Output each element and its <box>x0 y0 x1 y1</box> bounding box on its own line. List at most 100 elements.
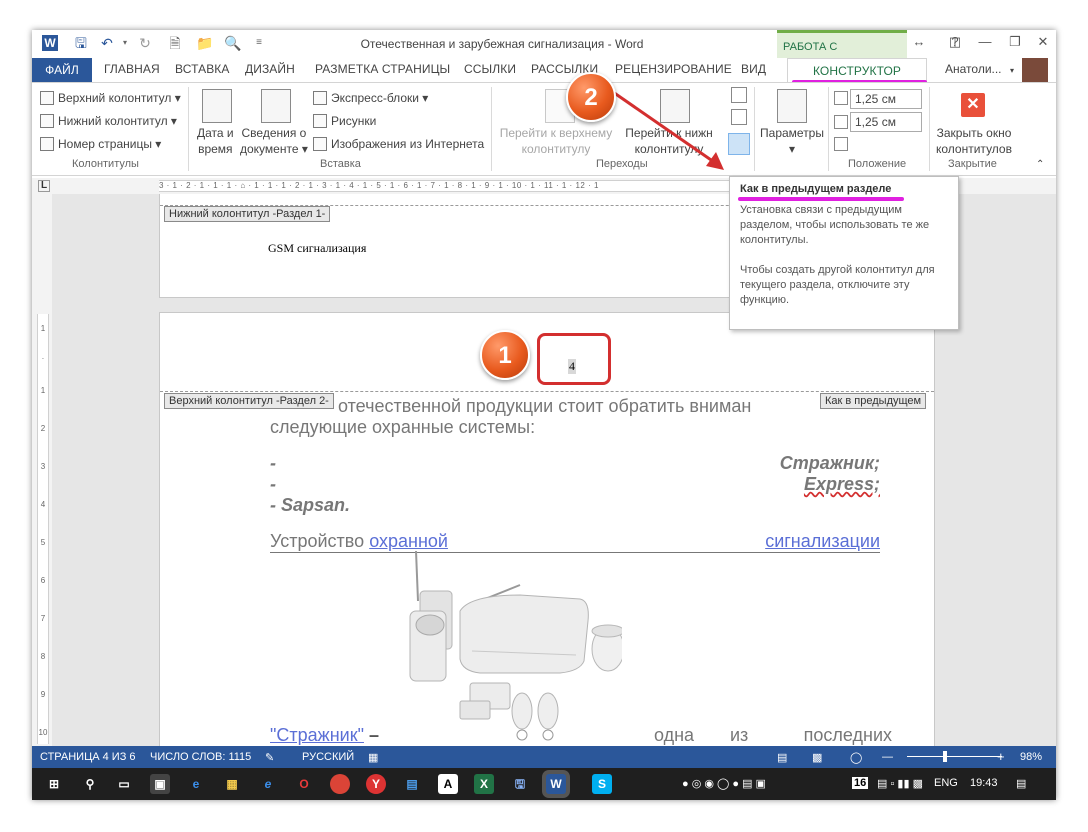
yandex-browser-icon[interactable]: Y <box>366 774 386 794</box>
internet-explorer-icon[interactable]: e <box>258 774 278 794</box>
opera-icon[interactable]: O <box>294 774 314 794</box>
tab-file[interactable]: ФАЙЛ <box>32 58 92 82</box>
search-icon[interactable]: ⚲ <box>80 774 100 794</box>
body-paragraph-1[interactable]: отечественной продукции стоит обратить в… <box>338 396 858 417</box>
new-doc-icon[interactable]: 🗎 <box>166 34 184 52</box>
options-button[interactable]: Параметры ▾ <box>759 125 825 157</box>
user-name[interactable]: Анатоли... <box>945 62 1002 76</box>
zoom-slider[interactable] <box>907 756 1002 757</box>
tab-selector-icon[interactable]: L <box>38 180 50 192</box>
zoom-level[interactable]: 98% <box>1020 751 1042 763</box>
alarm-kit-image[interactable] <box>390 551 622 746</box>
header-button[interactable]: Верхний колонтитул ▾ <box>40 91 181 105</box>
calendar-badge[interactable]: 16 <box>852 777 869 789</box>
user-dropdown-icon[interactable]: ▾ <box>1010 66 1014 75</box>
edge-icon[interactable]: e <box>186 774 206 794</box>
vertical-ruler-scale[interactable]: 1 · 1 2 3 4 5 6 7 8 9 10 <box>37 314 49 744</box>
tab-view[interactable]: ВИД <box>741 62 766 76</box>
word-count-status[interactable]: ЧИСЛО СЛОВ: 1115 <box>150 751 251 763</box>
list-item-strazhnik[interactable]: Стражник; <box>270 453 880 474</box>
file-explorer-icon[interactable]: ▦ <box>222 774 242 794</box>
window-title: Отечественная и зарубежная сигнализация … <box>360 37 644 51</box>
word-taskbar-icon[interactable]: W <box>546 774 566 794</box>
page-count-status[interactable]: СТРАНИЦА 4 ИЗ 6 <box>40 751 136 763</box>
ribbon-options-icon[interactable]: ◫ <box>940 34 970 50</box>
save-icon[interactable]: 🖫 <box>72 34 90 52</box>
network-icon[interactable]: ▤ ▫ ▮▮ ▩ <box>877 777 923 790</box>
word-logo-icon[interactable]: W <box>42 35 58 51</box>
zoom-out-button[interactable]: — <box>882 751 893 763</box>
tab-insert[interactable]: ВСТАВКА <box>175 62 230 76</box>
notifications-icon[interactable]: ▤ <box>1016 777 1026 790</box>
tab-constructor[interactable]: КОНСТРУКТОР <box>787 58 927 82</box>
undo-icon[interactable]: ↶ <box>98 34 116 52</box>
customize-qat-icon[interactable]: ≡ <box>250 34 268 52</box>
proofing-icon[interactable]: ✎ <box>265 751 274 764</box>
vruler-tick: 2 <box>40 424 46 433</box>
word-from: из <box>730 725 749 745</box>
clock[interactable]: 19:43 <box>970 777 998 789</box>
start-button-icon[interactable]: ⊞ <box>44 774 64 794</box>
close-header-footer-button[interactable]: Закрыть окно колонтитулов <box>932 125 1016 157</box>
print-layout-icon[interactable]: ▩ <box>812 751 822 764</box>
macro-record-icon[interactable]: ▦ <box>368 751 378 764</box>
quick-parts-button[interactable]: Экспресс-блоки ▾ <box>313 91 428 105</box>
close-window-button[interactable]: ✕ <box>1028 34 1056 50</box>
read-mode-icon[interactable]: ▤ <box>777 751 787 764</box>
header-position-field[interactable]: 1,25 см <box>850 89 922 109</box>
footer-text[interactable]: GSM сигнализация <box>268 241 366 256</box>
word-last: последних <box>803 725 892 745</box>
tray-app-icons[interactable]: ● ◎ ◉ ◯ ● ▤ ▣ <box>682 777 766 790</box>
language-status[interactable]: РУССКИЙ <box>302 751 354 763</box>
save-app-icon[interactable]: 🖫 <box>510 774 530 794</box>
footer-button[interactable]: Нижний колонтитул ▾ <box>40 114 177 128</box>
app-icon[interactable]: ▣ <box>150 774 170 794</box>
list-item-express[interactable]: Express; <box>270 474 880 495</box>
open-folder-icon[interactable]: 📁 <box>196 34 214 52</box>
excel-icon[interactable]: X <box>474 774 494 794</box>
next-section-icon[interactable] <box>731 109 747 125</box>
print-preview-icon[interactable]: 🔍 <box>224 34 242 52</box>
keyboard-language[interactable]: ENG <box>934 777 958 789</box>
zoom-in-button[interactable]: + <box>997 749 1005 764</box>
link-strazhnik[interactable]: "Стражник" <box>270 725 364 745</box>
previous-section-icon[interactable] <box>731 87 747 103</box>
header-page-number[interactable]: 4 <box>568 359 576 374</box>
online-pictures-button[interactable]: Изображения из Интернета <box>313 137 484 151</box>
collapse-ribbon-icon[interactable]: ⌃ <box>1036 159 1044 170</box>
strazhnik-line[interactable]: "Стражник" – <box>270 725 390 746</box>
page-number-button[interactable]: Номер страницы ▾ <box>40 137 161 151</box>
restore-button[interactable]: ❐ <box>1000 34 1030 50</box>
date-time-button[interactable]: Дата и время <box>197 125 234 157</box>
avatar[interactable] <box>1022 58 1048 82</box>
font-app-icon[interactable]: A <box>438 774 458 794</box>
pictures-icon <box>313 114 327 128</box>
list-item-sapsan[interactable]: - Sapsan. <box>270 495 880 516</box>
redo-icon[interactable]: ↻ <box>136 34 154 52</box>
footer-position-field[interactable]: 1,25 см <box>850 112 922 132</box>
body-paragraph-1-cont[interactable]: следующие охранные системы: <box>270 417 880 438</box>
chrome-icon[interactable] <box>330 774 350 794</box>
group-divider <box>754 87 755 171</box>
tab-design[interactable]: ДИЗАЙН <box>245 62 295 76</box>
zoom-slider-thumb[interactable] <box>943 751 947 762</box>
tab-review[interactable]: РЕЦЕНЗИРОВАНИЕ <box>615 62 732 76</box>
goto-header-button[interactable]: Перейти к верхнему колонтитулу <box>498 125 614 157</box>
device-line[interactable]: Устройство охранной сигнализации <box>270 531 880 553</box>
tab-references[interactable]: ССЫЛКИ <box>464 62 516 76</box>
minimize-button[interactable]: — <box>970 34 1000 49</box>
tab-home[interactable]: ГЛАВНАЯ <box>104 62 160 76</box>
link-security[interactable]: охранной <box>369 531 448 551</box>
alignment-tab-icon[interactable] <box>834 137 848 151</box>
undo-dropdown-icon[interactable]: ▾ <box>116 34 134 52</box>
web-layout-icon[interactable]: ◯ <box>850 751 862 764</box>
link-alarm[interactable]: сигнализации <box>765 531 880 552</box>
skype-icon[interactable]: S <box>592 774 612 794</box>
pictures-button[interactable]: Рисунки <box>313 114 376 128</box>
task-view-icon[interactable]: ▭ <box>114 774 134 794</box>
tab-layout[interactable]: РАЗМЕТКА СТРАНИЦЫ <box>315 62 450 76</box>
resize-arrows-icon[interactable]: ↔ <box>904 34 934 49</box>
document-info-button[interactable]: Сведения о документе ▾ <box>240 125 308 157</box>
app-icon[interactable]: ▤ <box>402 774 422 794</box>
ribbon-tabs: ФАЙЛ ГЛАВНАЯ ВСТАВКА ДИЗАЙН РАЗМЕТКА СТР… <box>32 58 1056 82</box>
